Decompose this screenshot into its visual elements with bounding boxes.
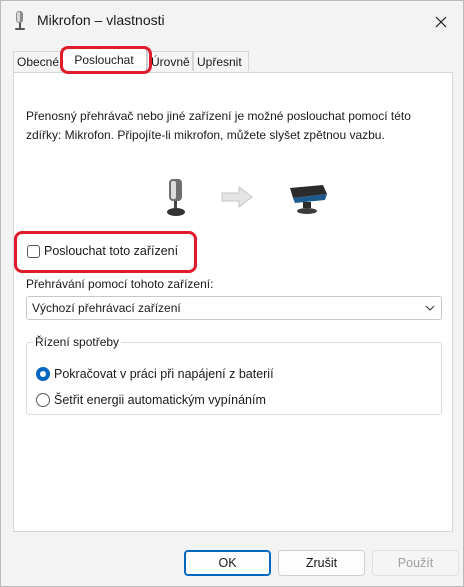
tab-general[interactable]: Obecné xyxy=(13,51,61,71)
chevron-down-icon xyxy=(425,305,435,311)
tab-levels[interactable]: Úrovně xyxy=(147,51,193,71)
tab-advanced[interactable]: Upřesnit xyxy=(193,51,249,71)
tab-label: Upřesnit xyxy=(197,55,242,69)
tab-label: Obecné xyxy=(17,55,60,69)
ok-button[interactable]: OK xyxy=(184,550,271,576)
title-bar: Mikrofon – vlastnosti xyxy=(1,1,463,41)
properties-dialog: Mikrofon – vlastnosti Obecné Poslouchat … xyxy=(0,0,464,587)
power-option-continue[interactable]: Pokračovat v práci při napájení z bateri… xyxy=(36,365,274,383)
playback-device-select[interactable]: Výchozí přehrávací zařízení xyxy=(26,296,442,320)
radio-button[interactable] xyxy=(36,393,50,407)
cancel-button[interactable]: Zrušit xyxy=(278,550,365,576)
listen-checkbox-row[interactable]: Poslouchat toto zařízení xyxy=(27,242,178,260)
playback-device-label: Přehrávání pomocí tohoto zařízení: xyxy=(26,277,214,291)
power-option-save[interactable]: Šetřit energii automatickým vypínáním xyxy=(36,391,266,409)
microphone-icon xyxy=(15,11,25,30)
radio-button-checked[interactable] xyxy=(36,367,50,381)
description-text: Přenosný přehrávač nebo jiné zařízení je… xyxy=(26,109,411,142)
playback-device-value: Výchozí přehrávací zařízení xyxy=(32,301,181,315)
speaker-icon xyxy=(290,185,327,214)
radio-label: Pokračovat v práci při napájení z bateri… xyxy=(54,367,274,381)
power-management-title: Řízení spotřeby xyxy=(33,335,122,349)
apply-button[interactable]: Použít xyxy=(372,550,459,576)
tab-listen[interactable]: Poslouchat xyxy=(61,48,147,72)
close-button[interactable] xyxy=(427,9,455,35)
close-icon xyxy=(435,16,447,28)
listen-checkbox[interactable] xyxy=(27,244,40,258)
listen-checkbox-label: Poslouchat toto zařízení xyxy=(44,244,179,258)
arrow-right-icon xyxy=(221,186,253,208)
window-title: Mikrofon – vlastnosti xyxy=(37,12,165,28)
listen-illustration xyxy=(163,177,333,219)
radio-label: Šetřit energii automatickým vypínáním xyxy=(54,393,266,407)
tab-label: Poslouchat xyxy=(74,53,134,67)
tab-label: Úrovně xyxy=(151,55,190,69)
microphone-icon xyxy=(167,179,185,216)
